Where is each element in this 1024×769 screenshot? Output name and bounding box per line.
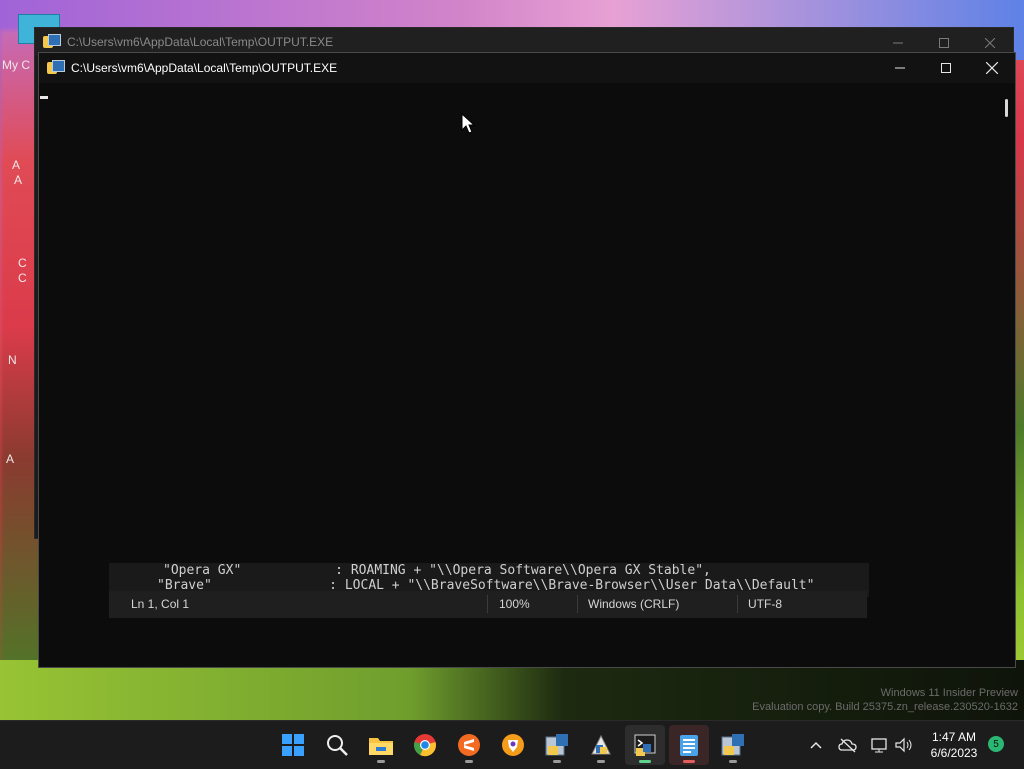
brave-icon — [502, 734, 524, 756]
desktop-label-fragment: C — [18, 271, 27, 285]
encoding: UTF-8 — [748, 597, 782, 611]
taskbar-app-sublime[interactable] — [449, 725, 489, 765]
volume-icon — [895, 737, 912, 753]
console-lower-area — [39, 618, 1015, 667]
taskbar-app-python-tool[interactable] — [581, 725, 621, 765]
console-output-area[interactable] — [39, 83, 999, 563]
chevron-up-icon — [810, 741, 822, 749]
background-window-title: C:\Users\vm6\AppData\Local\Temp\OUTPUT.E… — [67, 35, 334, 49]
desktop-label-fragment: N — [8, 353, 17, 367]
search-button[interactable] — [317, 725, 357, 765]
line-ending: Windows (CRLF) — [588, 597, 680, 611]
sublime-icon — [458, 734, 480, 756]
close-button[interactable] — [969, 53, 1015, 83]
onedrive-tray-button[interactable] — [836, 721, 860, 769]
taskbar-app-notepad[interactable] — [669, 725, 709, 765]
search-icon — [327, 735, 348, 756]
taskbar-app-chrome[interactable] — [405, 725, 445, 765]
volume-tray-button[interactable] — [892, 721, 916, 769]
cloud-offline-icon — [838, 738, 857, 753]
start-button[interactable] — [273, 725, 313, 765]
text-cursor — [40, 96, 48, 99]
clock-date: 6/6/2023 — [930, 746, 978, 760]
console-window[interactable]: C:\Users\vm6\AppData\Local\Temp\OUTPUT.E… — [38, 52, 1016, 668]
clock-time: 1:47 AM — [931, 730, 977, 744]
python-setup-icon — [721, 734, 744, 756]
maximize-button[interactable] — [923, 53, 969, 83]
windows-watermark: Windows 11 Insider Preview Evaluation co… — [752, 686, 1018, 714]
network-icon — [871, 738, 887, 753]
watermark-line: Windows 11 Insider Preview — [880, 687, 1018, 699]
python-tool-icon — [591, 734, 611, 755]
taskbar-app-brave[interactable] — [493, 725, 533, 765]
show-hidden-icons-button[interactable] — [804, 721, 828, 769]
python-console-icon — [634, 734, 656, 756]
console-window-titlebar[interactable]: C:\Users\vm6\AppData\Local\Temp\OUTPUT.E… — [39, 53, 1015, 83]
notepad-status-bar: Ln 1, Col 1 100% Windows (CRLF) UTF-8 — [109, 591, 867, 618]
zoom-level: 100% — [499, 597, 530, 611]
notepad-icon — [680, 735, 698, 756]
cursor-position: Ln 1, Col 1 — [131, 597, 190, 611]
vertical-scrollbar[interactable] — [998, 83, 1015, 563]
taskbar-clock[interactable]: 1:47 AM 6/6/2023 — [918, 729, 990, 761]
scrollbar-thumb[interactable] — [1005, 99, 1008, 117]
console-window-title: C:\Users\vm6\AppData\Local\Temp\OUTPUT.E… — [71, 61, 338, 75]
desktop-icon-label: My C — [2, 58, 30, 72]
notification-badge[interactable]: 5 — [988, 736, 1004, 752]
start-icon — [282, 734, 304, 756]
chrome-icon — [414, 734, 436, 757]
taskbar-app-python-console[interactable] — [625, 725, 665, 765]
taskbar-app-python-setup[interactable] — [713, 725, 753, 765]
python-installer-icon — [545, 734, 568, 756]
python-console-icon — [43, 34, 61, 50]
desktop-label-fragment: A — [14, 173, 23, 187]
mouse-pointer-icon — [461, 113, 475, 134]
taskbar: 1:47 AM 6/6/2023 — [0, 720, 1024, 769]
taskbar-app-python-installer[interactable] — [537, 725, 577, 765]
desktop-label-fragment: A — [12, 158, 21, 172]
desktop-label-fragment: C — [18, 256, 27, 270]
watermark-line: Evaluation copy. Build 25375.zn_release.… — [752, 701, 1018, 713]
python-console-icon — [47, 60, 65, 76]
desktop-label-fragment: A — [6, 452, 15, 466]
file-explorer-icon — [369, 738, 393, 755]
taskbar-app-file-explorer[interactable] — [361, 725, 401, 765]
network-tray-button[interactable] — [868, 721, 892, 769]
minimize-button[interactable] — [877, 53, 923, 83]
code-line: "Opera GX" : ROAMING + "\\Opera Software… — [163, 563, 711, 578]
